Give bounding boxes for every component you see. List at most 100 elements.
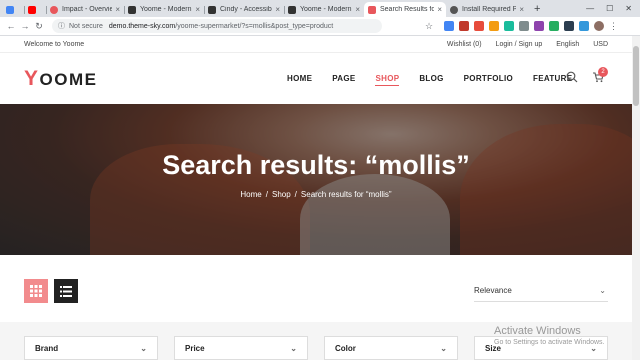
extension-icon[interactable] [564,21,574,31]
address-bar[interactable]: ⓘ Not secure demo.theme-sky.com/yoome-su… [52,19,382,33]
close-icon[interactable]: × [115,5,120,14]
browser-tab-strip: Impact - Overview× Yoome - Modern× Cindy… [0,0,640,17]
extension-icon[interactable] [474,21,484,31]
filter-color[interactable]: Color ⌄ [324,336,458,360]
new-tab-button[interactable]: + [528,2,546,17]
site-logo[interactable]: YOOME [24,67,97,91]
favicon-icon [368,5,376,14]
filter-brand[interactable]: Brand ⌄ [24,336,158,360]
browser-tab-6[interactable]: Yoome - Modern × [284,2,364,17]
cart-count-badge: 2 [598,67,608,77]
browser-tab-5[interactable]: Cindy - Accessibi × [204,2,284,17]
close-icon[interactable]: × [437,5,442,14]
chevron-down-icon: ⌄ [599,286,606,295]
browser-toolbar: ← → ↻ ⓘ Not secure demo.theme-sky.com/yo… [0,17,640,36]
extension-icon[interactable] [489,21,499,31]
currency-selector[interactable]: USD [593,41,608,48]
language-selector[interactable]: English [556,41,579,48]
breadcrumb-shop[interactable]: Shop [272,190,291,199]
close-icon[interactable]: × [195,5,200,14]
tab-label: Yoome - Modern [300,6,352,13]
favicon-icon [288,5,296,14]
filter-price[interactable]: Price ⌄ [174,336,308,360]
menu-blog[interactable]: BLOG [419,74,443,86]
logo-mark: Y [24,67,40,90]
page-title: Search results: “mollis” [162,150,470,180]
browser-tab-2[interactable] [24,2,46,17]
extension-icon[interactable] [549,21,559,31]
menu-portfolio[interactable]: PORTFOLIO [464,74,513,86]
reload-icon[interactable]: ↻ [32,21,46,32]
browser-tab-1[interactable] [2,2,24,17]
bookmark-star-icon[interactable]: ☆ [422,21,436,32]
close-icon[interactable]: × [519,5,524,14]
forward-icon[interactable]: → [18,21,32,31]
chevron-down-icon: ⌄ [440,343,447,353]
security-label: Not secure [69,22,103,30]
extension-icon[interactable] [459,21,469,31]
site-top-bar: Welcome to Yoome Wishlist (0) Login / Si… [0,36,640,53]
browser-tab-active[interactable]: Search Results fo × [364,2,446,17]
top-bar-links: Wishlist (0) Login / Sign up English USD [447,41,608,48]
sort-select[interactable]: Relevance ⌄ [474,280,608,302]
menu-shop[interactable]: SHOP [375,74,400,86]
browser-tab-3[interactable]: Impact - Overview× [46,2,124,17]
filter-bar: Brand ⌄ Price ⌄ Color ⌄ Size ⌄ [0,322,632,360]
browser-tab-4[interactable]: Yoome - Modern × [124,2,204,17]
sort-value: Relevance [474,286,512,295]
favicon-icon [128,5,136,14]
youtube-icon [28,5,36,14]
filter-size[interactable]: Size ⌄ [474,336,608,360]
list-icon [60,285,72,297]
maximize-icon[interactable]: ☐ [606,4,613,13]
profile-avatar-icon[interactable] [594,21,604,31]
page-scrollbar[interactable] [632,36,640,360]
favicon-icon [208,5,216,14]
hero-banner: Search results: “mollis” Home / Shop / Searc… [0,104,632,255]
scrollbar-thumb[interactable] [633,46,639,106]
url-path: /yoome-supermarket/?s=mollis&post_type=p… [175,22,334,30]
back-icon[interactable]: ← [4,21,18,31]
login-link[interactable]: Login / Sign up [496,41,543,48]
browser-tab-8[interactable]: Install Required P × [446,2,528,17]
minimize-icon[interactable]: — [586,4,594,13]
extension-icon[interactable] [444,21,454,31]
grid-icon [30,285,42,297]
close-window-icon[interactable]: ✕ [625,4,632,13]
extension-icon[interactable] [504,21,514,31]
grid-view-button[interactable] [24,279,48,303]
chevron-down-icon: ⌄ [590,343,597,353]
extension-icon[interactable] [579,21,589,31]
favicon-icon [6,5,14,14]
favicon-icon [50,5,58,14]
globe-icon [450,5,458,14]
close-icon[interactable]: × [275,5,280,14]
tab-label: Cindy - Accessibi [220,6,273,13]
close-icon[interactable]: × [355,5,360,14]
menu-home[interactable]: HOME [287,74,312,86]
chevron-down-icon: ⌄ [290,343,297,353]
tab-label: Yoome - Modern [140,6,192,13]
info-icon[interactable]: ⓘ [58,21,65,31]
welcome-text: Welcome to Yoome [24,41,85,48]
url-host: demo.theme-sky.com [108,22,176,30]
breadcrumb-home[interactable]: Home [240,190,261,199]
extensions-area: ⋮ [444,21,618,31]
menu-dots-icon[interactable]: ⋮ [609,21,618,31]
window-controls: — ☐ ✕ [586,0,640,17]
site-header: YOOME HOME PAGE SHOP BLOG PORTFOLIO FEAT… [0,53,640,104]
tab-label: Search Results fo [380,6,435,13]
menu-page[interactable]: PAGE [332,74,355,86]
extension-icon[interactable] [519,21,529,31]
wishlist-link[interactable]: Wishlist (0) [447,41,482,48]
breadcrumb-current: Search results for “mollis” [300,190,392,199]
chevron-down-icon: ⌄ [140,343,147,353]
main-menu: HOME PAGE SHOP BLOG PORTFOLIO FEATURE [287,74,572,86]
tab-label: Impact - Overview [62,6,113,13]
tab-label: Install Required P [462,6,517,13]
logo-text: OOME [39,70,98,89]
breadcrumb: Home / Shop / Search results for “mollis” [240,190,392,199]
search-icon[interactable] [566,71,578,86]
extension-icon[interactable] [534,21,544,31]
list-view-button[interactable] [54,279,78,303]
